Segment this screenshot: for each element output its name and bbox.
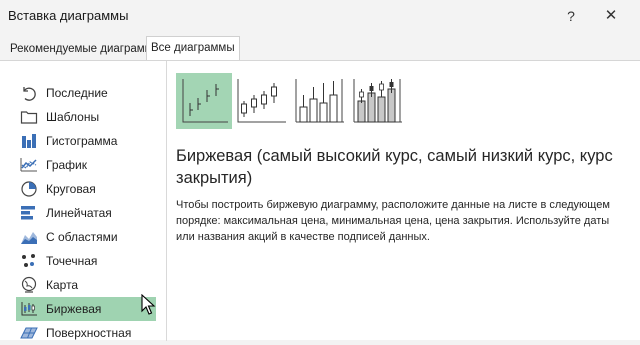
sidebar-item-label: Гистограмма [46, 134, 118, 148]
sidebar-item-line[interactable]: График [16, 153, 156, 177]
stock-chart-icon [21, 302, 37, 316]
subtype-volume-high-low-close[interactable] [292, 73, 348, 129]
tab-recommended-charts[interactable]: Рекомендуемые диаграммы [6, 38, 165, 60]
sidebar-item-templates[interactable]: Шаблоны [16, 105, 156, 129]
close-button[interactable]: ✕ [600, 4, 622, 28]
pie-chart-icon [21, 181, 37, 197]
sidebar-item-label: Поверхностная [46, 326, 132, 340]
subtype-open-high-low-close[interactable] [234, 73, 290, 129]
open-high-low-close-thumbnail-icon [237, 79, 286, 123]
sidebar-item-bar[interactable]: Линейчатая [16, 201, 156, 225]
sidebar-item-pie[interactable]: Круговая [16, 177, 156, 201]
sidebar-item-label: Круговая [46, 182, 96, 196]
title-bar: Вставка диаграммы ? ✕ [0, 0, 640, 34]
sidebar-item-label: График [46, 158, 87, 172]
tab-strip: Рекомендуемые диаграммы Все диаграммы [0, 36, 640, 60]
volume-high-low-close-thumbnail-icon [295, 79, 344, 123]
line-chart-icon [20, 158, 37, 172]
sidebar-item-stock[interactable]: Биржевая [16, 297, 156, 321]
sidebar-item-label: Биржевая [46, 302, 102, 316]
sidebar-item-label: Карта [46, 278, 79, 292]
scatter-chart-icon [22, 254, 35, 267]
chart-subtype-title: Биржевая (самый высокий курс, самый низк… [176, 147, 613, 187]
volume-open-high-low-close-thumbnail-icon [353, 79, 402, 123]
dialog-content: Последние Шаблоны Гистограмма График Кру… [0, 60, 640, 341]
recent-icon [23, 87, 36, 101]
subtype-high-low-close[interactable] [176, 73, 232, 129]
column-chart-icon [22, 134, 36, 148]
map-chart-icon [21, 276, 37, 293]
sidebar-item-recent[interactable]: Последние [16, 81, 156, 105]
help-button[interactable]: ? [560, 4, 582, 28]
subtype-volume-open-high-low-close[interactable] [350, 73, 406, 129]
sidebar-item-label: С областями [46, 230, 118, 244]
sidebar-item-column[interactable]: Гистограмма [16, 129, 156, 153]
sidebar-item-scatter[interactable]: Точечная [16, 249, 156, 273]
chart-subtype-description: Чтобы построить биржевую диаграмму, расп… [176, 199, 610, 243]
dialog-title: Вставка диаграммы [8, 8, 129, 23]
sidebar-item-map[interactable]: Карта [16, 273, 156, 297]
sidebar-item-label: Последние [46, 86, 108, 100]
sidebar-item-label: Точечная [46, 254, 98, 268]
templates-folder-icon [20, 111, 38, 124]
surface-chart-icon [20, 327, 38, 339]
sidebar-item-surface[interactable]: Поверхностная [16, 321, 156, 345]
sidebar-item-label: Шаблоны [46, 110, 100, 124]
pane-divider [166, 61, 167, 341]
bar-chart-icon [21, 206, 35, 220]
sidebar-item-area[interactable]: С областями [16, 225, 156, 249]
sidebar-item-label: Линейчатая [46, 206, 112, 220]
tab-all-charts[interactable]: Все диаграммы [146, 36, 240, 60]
area-chart-icon [21, 232, 37, 244]
mouse-cursor-icon [141, 294, 156, 315]
high-low-close-thumbnail-icon [182, 79, 228, 123]
